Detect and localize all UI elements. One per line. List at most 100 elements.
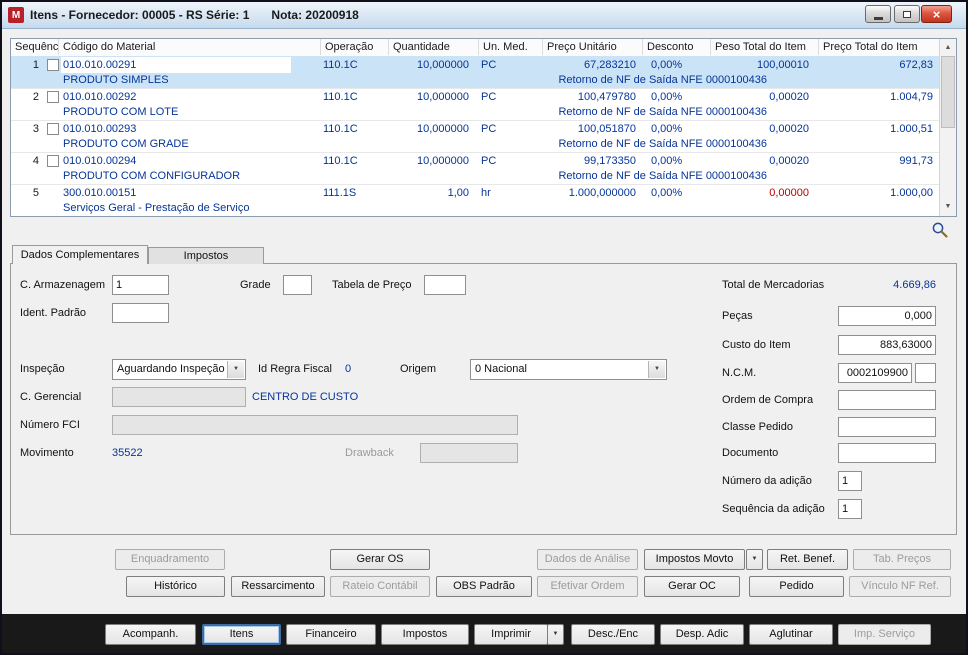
cell-discount: 0,00%: [651, 59, 683, 71]
scroll-up-button[interactable]: ▲: [940, 39, 956, 55]
row-checkbox[interactable]: [47, 91, 59, 103]
drawback-label: Drawback: [345, 447, 394, 459]
grid-header: Sequência Código do Material Operação Qu…: [11, 39, 956, 57]
origem-select[interactable]: 0 Nacional ▼: [470, 359, 667, 380]
obs-padrao-button[interactable]: OBS Padrão: [436, 576, 532, 597]
maximize-button[interactable]: [894, 5, 920, 23]
numero-adicao-label: Número da adição: [722, 475, 812, 487]
historico-button[interactable]: Histórico: [126, 576, 225, 597]
ordem-compra-label: Ordem de Compra: [722, 394, 814, 406]
cell-seq: 4: [32, 155, 39, 167]
pecas-input[interactable]: [838, 306, 936, 326]
imprimir-dropdown-button[interactable]: ▼: [547, 624, 564, 645]
ident-padrao-input[interactable]: [112, 303, 169, 323]
scrollbar-thumb[interactable]: [941, 56, 955, 128]
inspecao-select[interactable]: Aguardando Inspeção ▼: [112, 359, 246, 380]
window-title: Itens - Fornecedor: 00005 - RS Série: 1: [30, 8, 250, 22]
desc-enc-button[interactable]: Desc./Enc: [571, 624, 655, 645]
minimize-button[interactable]: [865, 5, 891, 23]
ressarcimento-button[interactable]: Ressarcimento: [231, 576, 325, 597]
scroll-down-button[interactable]: ▼: [940, 198, 956, 214]
cell-seq: 2: [32, 91, 39, 103]
title-bar[interactable]: M Itens - Fornecedor: 00005 - RS Série: …: [2, 2, 966, 29]
col-operacao[interactable]: Operação: [321, 39, 389, 55]
ordem-compra-input[interactable]: [838, 390, 936, 410]
documento-label: Documento: [722, 447, 779, 459]
tab-impostos[interactable]: Impostos: [148, 247, 264, 264]
tabela-preco-label: Tabela de Preço: [332, 279, 412, 291]
pedido-button[interactable]: Pedido: [749, 576, 844, 597]
col-desconto[interactable]: Desconto: [643, 39, 711, 55]
inspecao-selected-value: Aguardando Inspeção: [117, 363, 225, 375]
tab-precos-button: Tab. Preços: [853, 549, 951, 570]
total-mercadorias-value: 4.669,86: [893, 279, 936, 291]
cell-weight: 0,00000: [769, 187, 809, 199]
cell-op: 110.1C: [323, 91, 358, 103]
col-quantidade[interactable]: Quantidade: [389, 39, 479, 55]
cell-qty: 10,000000: [417, 91, 469, 103]
col-codigo[interactable]: Código do Material: [59, 39, 321, 55]
itens-button[interactable]: Itens: [202, 624, 281, 645]
cell-unit-price: 1.000,000000: [568, 187, 636, 199]
row-checkbox[interactable]: [47, 155, 59, 167]
cell-op: 110.1C: [323, 59, 358, 71]
impostos-movto-dropdown-button[interactable]: ▼: [746, 549, 763, 570]
centro-de-custo-link[interactable]: CENTRO DE CUSTO: [252, 387, 358, 407]
desp-adic-button[interactable]: Desp. Adic: [660, 624, 744, 645]
cell-weight: 0,00020: [769, 91, 809, 103]
cell-desc: Serviços Geral - Prestação de Serviço: [63, 202, 250, 214]
close-icon: ×: [932, 6, 941, 22]
row-checkbox[interactable]: [47, 59, 59, 71]
items-grid: Sequência Código do Material Operação Qu…: [10, 38, 957, 217]
table-row[interactable]: 2 010.010.00292 110.1C 10,000000 PC 100,…: [11, 88, 939, 121]
table-row[interactable]: 4 010.010.00294 110.1C 10,000000 PC 99,1…: [11, 152, 939, 185]
cell-discount: 0,00%: [651, 187, 683, 199]
gerar-os-button[interactable]: Gerar OS: [330, 549, 430, 570]
cell-um: PC: [481, 91, 497, 103]
cell-code: 010.010.00293: [63, 123, 137, 135]
numero-adicao-input[interactable]: [838, 471, 862, 491]
table-row[interactable]: 1 010.010.00291 110.1C 10,000000 PC 67,2…: [11, 56, 939, 89]
tab-dados-complementares[interactable]: Dados Complementares: [12, 245, 148, 264]
documento-input[interactable]: [838, 443, 936, 463]
col-peso-total[interactable]: Peso Total do Item: [711, 39, 819, 55]
cell-seq: 3: [32, 123, 39, 135]
cell-discount: 0,00%: [651, 123, 683, 135]
ncm-input[interactable]: [838, 363, 912, 383]
impostos-button[interactable]: Impostos: [381, 624, 469, 645]
table-row[interactable]: 3 010.010.00293 110.1C 10,000000 PC 100,…: [11, 120, 939, 153]
financeiro-button[interactable]: Financeiro: [286, 624, 376, 645]
cell-total: 991,73: [899, 155, 933, 167]
tabela-preco-input[interactable]: [424, 275, 466, 295]
col-preco-total[interactable]: Preço Total do Item: [819, 39, 939, 55]
cell-op: 110.1C: [323, 123, 358, 135]
imprimir-button[interactable]: Imprimir: [474, 624, 548, 645]
col-sequencia[interactable]: Sequência: [11, 39, 59, 55]
grid-scrollbar[interactable]: ▲ ▼: [939, 39, 956, 216]
restore-icon: [903, 10, 911, 18]
acompanh-button[interactable]: Acompanh.: [105, 624, 196, 645]
col-un-med[interactable]: Un. Med.: [479, 39, 543, 55]
cell-discount: 0,00%: [651, 91, 683, 103]
zoom-button[interactable]: [931, 221, 949, 239]
cell-op: 111.1S: [323, 187, 357, 199]
c-gerencial-label: C. Gerencial: [20, 391, 82, 403]
ret-benef-button[interactable]: Ret. Benef.: [767, 549, 848, 570]
items-window: M Itens - Fornecedor: 00005 - RS Série: …: [0, 0, 968, 655]
classe-pedido-input[interactable]: [838, 417, 936, 437]
col-preco-unitario[interactable]: Preço Unitário: [543, 39, 643, 55]
cell-code-editor[interactable]: 010.010.00291: [61, 57, 291, 73]
impostos-movto-button[interactable]: Impostos Movto: [644, 549, 745, 570]
c-armazenagem-input[interactable]: [112, 275, 169, 295]
close-button[interactable]: ×: [921, 5, 952, 23]
gerar-oc-button[interactable]: Gerar OC: [644, 576, 740, 597]
origem-label: Origem: [400, 363, 437, 375]
magnifier-icon: [932, 222, 948, 238]
custo-item-input[interactable]: [838, 335, 936, 355]
sequencia-adicao-input[interactable]: [838, 499, 862, 519]
row-checkbox[interactable]: [47, 123, 59, 135]
table-row[interactable]: 5 300.010.00151 111.1S 1,00 hr 1.000,000…: [11, 184, 939, 216]
ncm-ex-input[interactable]: [915, 363, 936, 383]
aglutinar-button[interactable]: Aglutinar: [749, 624, 833, 645]
grade-input[interactable]: [283, 275, 312, 295]
